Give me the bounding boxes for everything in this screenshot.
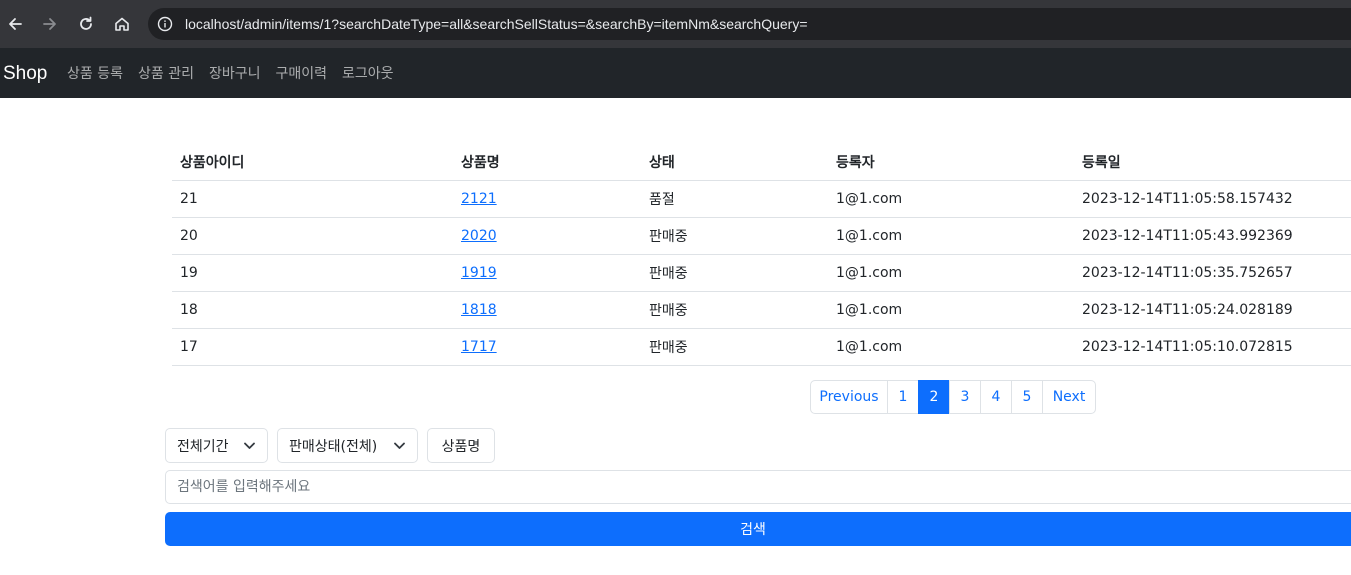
table-row: 21 2121 품절 1@1.com 2023-12-14T11:05:58.1… bbox=[172, 180, 1351, 218]
cell-registrant: 1@1.com bbox=[828, 254, 1074, 292]
cell-status: 판매중 bbox=[641, 291, 828, 329]
cell-date: 2023-12-14T11:05:43.992369 bbox=[1074, 217, 1351, 255]
brand-logo[interactable]: Shop bbox=[3, 48, 47, 100]
pagination-previous[interactable]: Previous bbox=[810, 380, 888, 414]
cell-date: 2023-12-14T11:05:35.752657 bbox=[1074, 254, 1351, 292]
cell-date: 2023-12-14T11:05:58.157432 bbox=[1074, 180, 1351, 218]
item-name-link[interactable]: 1717 bbox=[461, 339, 497, 355]
forward-arrow-icon[interactable] bbox=[36, 10, 64, 38]
sell-status-value: 판매상태(전체) bbox=[289, 438, 378, 455]
table-header-row: 상품아이디 상품명 상태 등록자 등록일 bbox=[172, 144, 1351, 181]
back-arrow-icon[interactable] bbox=[1, 10, 29, 38]
header-date: 등록일 bbox=[1074, 144, 1351, 181]
item-name-link[interactable]: 1919 bbox=[461, 265, 497, 281]
pagination-page-3[interactable]: 3 bbox=[949, 380, 981, 414]
cell-date: 2023-12-14T11:05:10.072815 bbox=[1074, 328, 1351, 366]
cell-item-id: 21 bbox=[172, 180, 453, 218]
cell-item-name: 1818 bbox=[453, 291, 641, 329]
nav-link-logout[interactable]: 로그아웃 bbox=[342, 63, 394, 83]
address-bar[interactable]: localhost/admin/items/1?searchDateType=a… bbox=[148, 8, 1351, 40]
nav-links: 상품 등록 상품 관리 장바구니 구매이력 로그아웃 bbox=[67, 48, 409, 98]
cell-status: 판매중 bbox=[641, 328, 828, 366]
cell-status: 판매중 bbox=[641, 254, 828, 292]
pagination: Previous 1 2 3 4 5 Next bbox=[810, 380, 1096, 414]
table-row: 18 1818 판매중 1@1.com 2023-12-14T11:05:24.… bbox=[172, 291, 1351, 329]
item-name-link[interactable]: 2020 bbox=[461, 228, 497, 244]
table-row: 19 1919 판매중 1@1.com 2023-12-14T11:05:35.… bbox=[172, 254, 1351, 292]
pagination-page-5[interactable]: 5 bbox=[1011, 380, 1043, 414]
search-by-select[interactable]: 상품명 bbox=[427, 428, 495, 463]
nav-link-order-history[interactable]: 구매이력 bbox=[276, 63, 328, 83]
cell-item-id: 19 bbox=[172, 254, 453, 292]
cell-item-id: 18 bbox=[172, 291, 453, 329]
date-type-select[interactable]: 전체기간 bbox=[165, 428, 268, 463]
header-item-name: 상품명 bbox=[453, 144, 641, 181]
search-query-input[interactable] bbox=[165, 470, 1351, 504]
table-row: 17 1717 판매중 1@1.com 2023-12-14T11:05:10.… bbox=[172, 328, 1351, 366]
cell-registrant: 1@1.com bbox=[828, 291, 1074, 329]
pagination-page-4[interactable]: 4 bbox=[980, 380, 1012, 414]
search-button[interactable]: 검색 bbox=[165, 512, 1351, 546]
chevron-down-icon bbox=[244, 442, 255, 449]
pagination-page-1[interactable]: 1 bbox=[887, 380, 919, 414]
cell-item-id: 17 bbox=[172, 328, 453, 366]
reload-icon[interactable] bbox=[72, 10, 100, 38]
sell-status-select[interactable]: 판매상태(전체) bbox=[277, 428, 418, 463]
cell-item-name: 1919 bbox=[453, 254, 641, 292]
cell-item-name: 2121 bbox=[453, 180, 641, 218]
items-table: 상품아이디 상품명 상태 등록자 등록일 21 2121 품절 1@1.com … bbox=[172, 144, 1351, 366]
pagination-page-2[interactable]: 2 bbox=[918, 380, 950, 414]
cell-date: 2023-12-14T11:05:24.028189 bbox=[1074, 291, 1351, 329]
chevron-down-icon bbox=[394, 442, 405, 449]
table-row: 20 2020 판매중 1@1.com 2023-12-14T11:05:43.… bbox=[172, 217, 1351, 255]
pagination-next[interactable]: Next bbox=[1042, 380, 1096, 414]
cell-item-name: 2020 bbox=[453, 217, 641, 255]
nav-link-item-manage[interactable]: 상품 관리 bbox=[138, 63, 194, 83]
cell-status: 판매중 bbox=[641, 217, 828, 255]
cell-registrant: 1@1.com bbox=[828, 328, 1074, 366]
home-icon[interactable] bbox=[108, 10, 136, 38]
item-name-link[interactable]: 2121 bbox=[461, 191, 497, 207]
cell-item-id: 20 bbox=[172, 217, 453, 255]
nav-link-item-register[interactable]: 상품 등록 bbox=[67, 63, 123, 83]
cell-item-name: 1717 bbox=[453, 328, 641, 366]
item-name-link[interactable]: 1818 bbox=[461, 302, 497, 318]
header-registrant: 등록자 bbox=[828, 144, 1074, 181]
date-type-value: 전체기간 bbox=[177, 438, 229, 455]
app-navbar: Shop 상품 등록 상품 관리 장바구니 구매이력 로그아웃 bbox=[0, 48, 1351, 98]
header-item-id: 상품아이디 bbox=[172, 144, 453, 181]
site-info-icon[interactable] bbox=[157, 16, 173, 32]
browser-toolbar: localhost/admin/items/1?searchDateType=a… bbox=[0, 0, 1351, 48]
cell-status: 품절 bbox=[641, 180, 828, 218]
cell-registrant: 1@1.com bbox=[828, 180, 1074, 218]
nav-link-cart[interactable]: 장바구니 bbox=[209, 63, 261, 83]
url-text: localhost/admin/items/1?searchDateType=a… bbox=[185, 16, 808, 32]
cell-registrant: 1@1.com bbox=[828, 217, 1074, 255]
header-status: 상태 bbox=[641, 144, 828, 181]
